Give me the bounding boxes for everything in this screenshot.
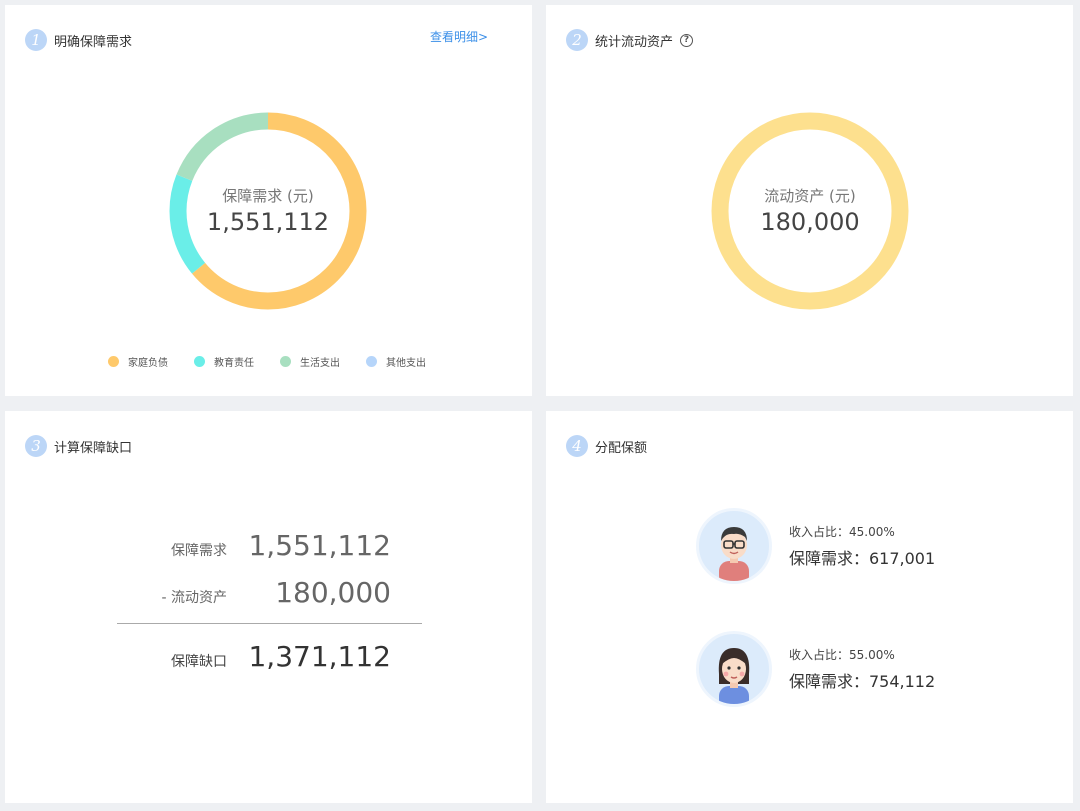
donut-center-value: 180,000 (760, 208, 860, 236)
legend-item-living-expenses[interactable]: 生活支出 (280, 354, 340, 369)
legend-dot (366, 356, 377, 367)
donut-center-text: 流动资产 (元) 180,000 (710, 185, 910, 236)
legend-label: 其他支出 (386, 358, 426, 369)
coverage-need: 保障需求：754,112 (789, 672, 936, 691)
legend-dot (194, 356, 205, 367)
step-number-badge: 3 (25, 435, 47, 457)
person-info: 收入占比：55.00% 保障需求：754,112 (789, 646, 935, 692)
legend-item-family-debt[interactable]: 家庭负债 (108, 354, 168, 369)
legend-dot (280, 356, 291, 367)
person-female: 收入占比：55.00% 保障需求：754,112 (696, 631, 935, 707)
income-ratio: 收入占比：55.00% (789, 648, 895, 662)
panel-header: 3 计算保障缺口 (25, 435, 132, 457)
donut-center-value: 1,551,112 (206, 208, 330, 236)
legend-label: 家庭负债 (128, 358, 168, 369)
legend-item-education[interactable]: 教育责任 (194, 354, 254, 369)
panel-protection-needs: 1 明确保障需求 查看明细> 保障需求 (元) 1,551,112 家庭负债 教… (5, 5, 532, 396)
person-male: 收入占比：45.00% 保障需求：617,001 (696, 508, 935, 584)
panel-title: 计算保障缺口 (54, 440, 133, 456)
legend-label: 教育责任 (214, 358, 254, 369)
female-avatar-icon (696, 631, 772, 707)
panel-protection-gap: 3 计算保障缺口 保障需求 1,551,112 - 流动资产 180,000 保… (5, 411, 532, 803)
coverage-need: 保障需求：617,001 (789, 549, 936, 568)
legend-dot (108, 356, 119, 367)
donut-center-label: 保障需求 (元) (222, 187, 314, 205)
panel-header: 4 分配保额 (566, 435, 647, 457)
calc-label: 保障需求 (171, 543, 227, 559)
panel-liquid-assets: 2 统计流动资产 ? 流动资产 (元) 180,000 (546, 5, 1073, 396)
legend-item-other-expenses[interactable]: 其他支出 (366, 354, 426, 369)
panel-title: 分配保额 (595, 440, 648, 456)
male-avatar-icon (696, 508, 772, 584)
calc-value: 1,551,112 (248, 529, 391, 562)
calc-label: 保障缺口 (171, 654, 227, 670)
step-number-badge: 4 (566, 435, 588, 457)
calc-divider (117, 623, 422, 624)
donut-center-label: 流动资产 (元) (764, 187, 856, 205)
calc-value: 180,000 (275, 576, 391, 609)
calc-label: - 流动资产 (161, 590, 227, 606)
income-ratio: 收入占比：45.00% (789, 525, 895, 539)
legend-label: 生活支出 (300, 358, 340, 369)
panel-allocate-coverage: 4 分配保额 收入占比：45.00% 保障需求：617,001 收入占比：55.… (546, 411, 1073, 803)
chart-legend: 家庭负债 教育责任 生活支出 其他支出 (108, 354, 452, 369)
calc-value: 1,371,112 (248, 640, 391, 673)
person-info: 收入占比：45.00% 保障需求：617,001 (789, 523, 935, 569)
donut-center-text: 保障需求 (元) 1,551,112 (168, 185, 368, 236)
